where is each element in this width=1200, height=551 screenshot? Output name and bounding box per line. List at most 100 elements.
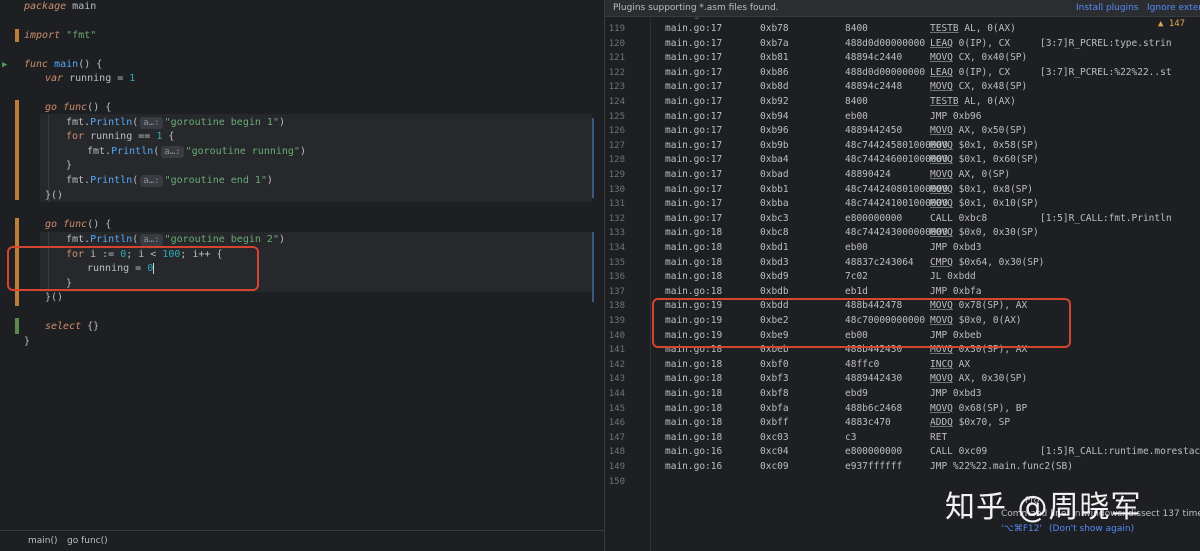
code-line: go func() { xyxy=(45,219,112,230)
asm-relocation-note: [3:7]R_PCREL:%22%22..st xyxy=(1040,66,1172,78)
asm-line-number: 132 xyxy=(608,213,625,224)
asm-offset: 0xc09 xyxy=(760,461,789,472)
breadcrumb-item[interactable]: go func() xyxy=(67,536,108,546)
param-hint: a…: xyxy=(161,146,184,158)
asm-hex-bytes: eb00 xyxy=(845,242,868,253)
asm-line-number: 128 xyxy=(608,155,625,166)
asm-offset: 0xb9b xyxy=(760,139,789,151)
asm-source-location: main.go:17 xyxy=(665,96,723,107)
param-hint: a…: xyxy=(140,117,163,129)
asm-row: main.go:17 0xb7a 488d0d00000000 LEAQ 0(IP),… xyxy=(665,37,1172,52)
asm-hex-bytes: c3 xyxy=(845,431,857,443)
code-line: } xyxy=(24,336,31,347)
asm-instruction: MOVQ AX, 0(SP) xyxy=(930,169,1011,180)
asm-hex-bytes: eb00 xyxy=(845,110,868,122)
asm-offset: 0xb81 xyxy=(760,52,789,64)
asm-source-location: main.go:17 xyxy=(665,110,723,122)
asm-row: main.go:17 0xb94 eb00 JMP 0xb96 xyxy=(665,110,981,125)
asm-row: main.go:17 0xbba 48c744241001000000 MOVQ $0… xyxy=(665,197,1039,212)
breadcrumb-item[interactable]: main() xyxy=(28,536,58,546)
asm-relocation-note: [3:7]R_PCREL:type.strin xyxy=(1040,37,1172,49)
code-line: fmt.Println(a…: "goroutine begin 2") xyxy=(66,234,285,246)
asm-row: main.go:18 0xbf0 48ffc0 INCQ AX xyxy=(665,358,970,373)
asm-hex-bytes: e937ffffff xyxy=(845,461,903,472)
asm-instruction: MOVQ CX, 0x48(SP) xyxy=(930,81,1028,93)
asm-row: main.go:17 0xbb1 48c744240801000000 MOVQ $0… xyxy=(665,183,1033,198)
change-marker xyxy=(15,100,19,200)
annotation-highlight-box xyxy=(652,298,1071,348)
asm-row: main.go:17 0xbad 48890424 MOVQ AX, 0(SP) xyxy=(665,168,1010,183)
warning-count-badge[interactable]: ▲ 147 xyxy=(1158,19,1185,29)
asm-instruction: MOVQ AX, 0x50(SP) xyxy=(930,125,1028,137)
asm-row: main.go:18 0xbf8 ebd9 JMP 0xbd3 xyxy=(665,387,981,402)
asm-instruction: RET xyxy=(930,431,948,443)
asm-offset: 0xb96 xyxy=(760,125,789,137)
asm-line-number: 129 xyxy=(608,170,625,180)
asm-line-number: 122 xyxy=(608,67,625,78)
asm-instruction: MOVQ $0x0, 0x30(SP) xyxy=(930,227,1039,239)
asm-row: main.go:18 0xbd1 eb00 JMP 0xbd3 xyxy=(665,241,981,256)
asm-offset: 0xb86 xyxy=(760,66,789,78)
asm-pane[interactable]: main.go:17 Plugins supporting *.asm file… xyxy=(605,0,1200,551)
asm-line-number: 121 xyxy=(608,53,625,64)
asm-hex-bytes: 48ffc0 xyxy=(845,358,880,370)
asm-instruction: INCQ AX xyxy=(930,358,971,370)
code-line: for running == 1 { xyxy=(66,131,175,142)
asm-hex-bytes: 4889442430 xyxy=(845,373,903,385)
code-line: }() xyxy=(45,190,64,201)
asm-offset: 0xc04 xyxy=(760,446,789,458)
asm-line-number: 119 xyxy=(608,24,625,34)
asm-offset: 0xbd3 xyxy=(760,256,789,268)
code-line: var running = 1 xyxy=(45,73,136,84)
asm-line-number: 127 xyxy=(608,140,625,151)
code-line: func main() { xyxy=(24,59,103,70)
asm-source-location: main.go:18 xyxy=(665,242,723,253)
asm-hex-bytes: 4889442450 xyxy=(845,125,903,137)
code-line: select {} xyxy=(45,321,100,332)
asm-instruction: TESTB AL, 0(AX) xyxy=(930,23,1016,34)
asm-hex-bytes: 8400 xyxy=(845,23,868,34)
install-plugins-link[interactable]: Install plugins xyxy=(1076,0,1138,16)
asm-hex-bytes: 4883c470 xyxy=(845,417,891,429)
asm-offset: 0xb78 xyxy=(760,23,789,34)
asm-source-location: main.go:17 xyxy=(665,198,723,210)
asm-hex-bytes: 488b6c2468 xyxy=(845,402,903,414)
asm-line-gutter: 119 120 121 122 123 124 125 126 127 128 129 130 131 1… xyxy=(605,16,651,551)
code-line: } xyxy=(66,160,73,171)
asm-line-number: 123 xyxy=(608,82,625,93)
asm-instruction: MOVQ CX, 0x40(SP) xyxy=(930,52,1028,64)
run-icon[interactable]: ▶ xyxy=(2,60,7,70)
asm-source-location: main.go:17 xyxy=(665,183,723,195)
asm-offset: 0xbf0 xyxy=(760,358,789,370)
asm-source-location: main.go:17 xyxy=(665,81,723,93)
asm-offset: 0xbba xyxy=(760,198,789,210)
asm-row: main.go:18 0xbfa 488b6c2468 MOVQ 0x68(SP), … xyxy=(665,402,1027,417)
asm-hex-bytes: 48894c2440 xyxy=(845,52,903,64)
asm-line-number: 135 xyxy=(608,257,625,268)
asm-hex-bytes: 7c02 xyxy=(845,271,868,283)
asm-relocation-note: [1:5]R_CALL:runtime.morestack_n xyxy=(1040,446,1200,458)
asm-offset: 0xbf3 xyxy=(760,373,789,385)
asm-instruction: TESTB AL, 0(AX) xyxy=(930,96,1016,107)
asm-source-location: main.go:17 xyxy=(665,52,723,64)
go-editor-pane[interactable]: ▶ package main import "fmt" func main() … xyxy=(0,0,604,551)
asm-row: main.go:17 0xbc3 e800000000 CALL 0xbc8 [1:5]… xyxy=(665,212,1172,227)
asm-instruction: ADDQ $0x70, SP xyxy=(930,417,1011,429)
asm-source-location: main.go:16 xyxy=(665,446,723,458)
asm-row: main.go:16 0xc04 e800000000 CALL 0xc09 [1:5]… xyxy=(665,445,1200,460)
asm-source-location: main.go:18 xyxy=(665,285,723,297)
asm-line-number: 126 xyxy=(608,126,625,137)
asm-offset: 0xba4 xyxy=(760,154,789,166)
asm-instruction: JMP 0xbd3 xyxy=(930,242,982,253)
asm-source-location: main.go:17 xyxy=(665,154,723,166)
asm-line-number: 145 xyxy=(608,403,625,414)
ignore-extension-link[interactable]: Ignore exten xyxy=(1147,0,1200,16)
asm-line-number: 140 xyxy=(608,330,625,341)
asm-line-number: 142 xyxy=(608,359,625,370)
banner-message: Plugins supporting *.asm files found. xyxy=(613,3,779,13)
asm-row: main.go:18 0xbd9 7c02 JL 0xbdd xyxy=(665,270,976,285)
asm-row: main.go:18 0xc03 c3 RET xyxy=(665,431,947,446)
asm-relocation-note: [1:5]R_CALL:fmt.Println xyxy=(1040,212,1172,224)
asm-line-number: 147 xyxy=(608,432,625,443)
asm-row: main.go:17 0xb8d 48894c2448 MOVQ CX, 0x48(S… xyxy=(665,80,1027,95)
